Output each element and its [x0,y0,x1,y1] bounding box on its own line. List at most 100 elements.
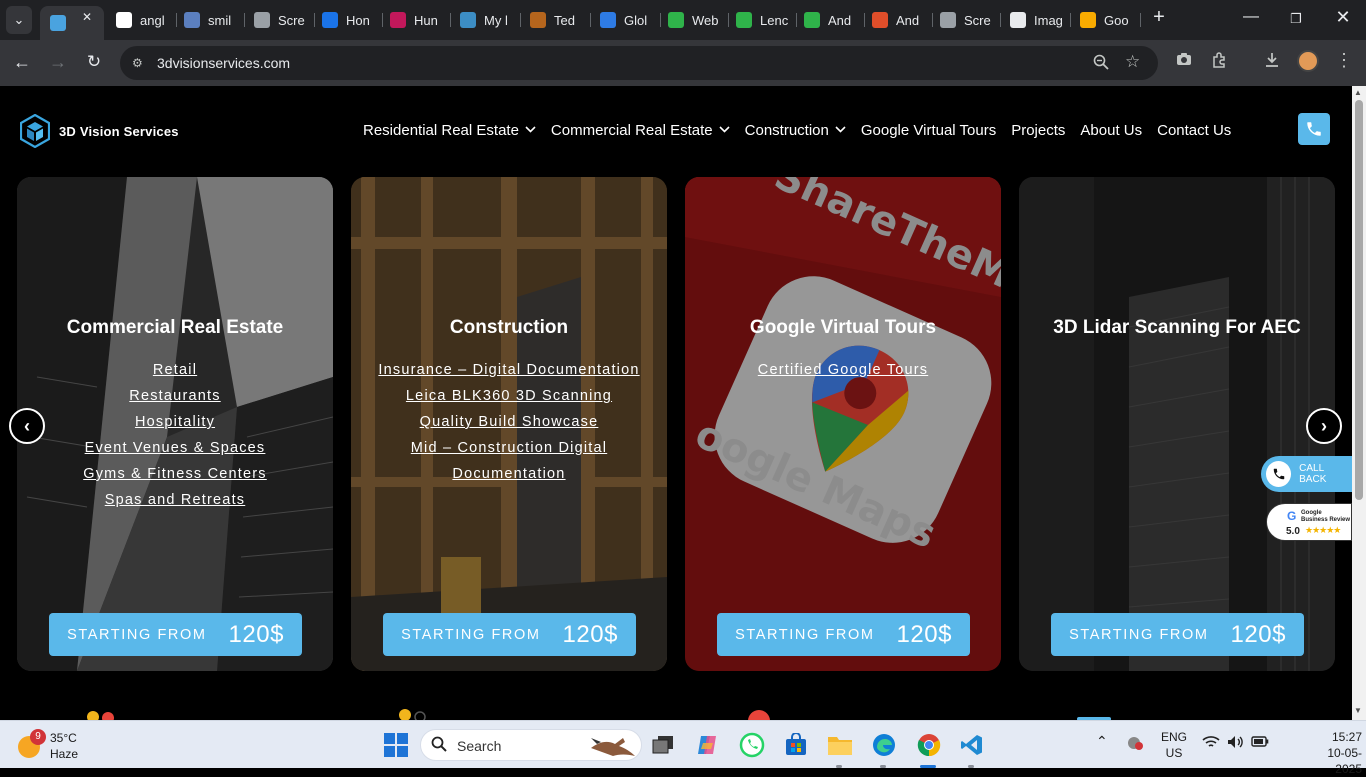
card-link[interactable]: Restaurants [17,383,333,409]
microsoft-store-button[interactable] [781,730,811,760]
google-review-badge[interactable]: G Google Business Review 5.0 ★★★★★ [1266,503,1352,541]
nav-item[interactable]: Google Virtual Tours [861,122,996,139]
screenshot-icon[interactable] [1173,52,1195,71]
card-link[interactable]: Gyms & Fitness Centers [17,461,333,487]
nav-item[interactable]: Residential Real Estate [363,122,536,139]
browser-tab[interactable]: Scre [940,6,1000,34]
site-info-icon[interactable]: ⚙ [132,56,143,70]
forward-button[interactable]: → [46,52,70,73]
zoom-icon[interactable] [1093,54,1109,74]
service-card-lidar[interactable]: 3D Lidar Scanning For AEC STARTING FROM … [1019,177,1335,671]
restore-button[interactable]: ❐ [1281,11,1311,27]
carousel-next-button[interactable]: › [1306,408,1342,444]
input-language-indicator[interactable]: ENG US [1160,729,1188,761]
nav-item[interactable]: About Us [1080,122,1142,139]
card-link[interactable]: Spas and Retreats [17,487,333,513]
wifi-icon[interactable] [1202,735,1220,752]
partial-section-icon [1077,708,1113,720]
browser-tab[interactable]: Scre [254,6,314,34]
address-bar[interactable]: ⚙ 3dvisionservices.com ☆ [120,46,1158,80]
taskbar-search[interactable]: Search [420,729,642,761]
card-link[interactable]: Leica BLK360 3D Scanning [351,383,667,409]
task-view-button[interactable] [648,730,678,760]
card-link[interactable]: Event Venues & Spaces [17,435,333,461]
copilot-button[interactable] [692,730,722,760]
nav-item[interactable]: Contact Us [1157,122,1231,139]
show-hidden-icons-chevron-icon[interactable]: ⌃ [1096,733,1108,750]
browser-tab[interactable]: Imag [1010,6,1070,34]
phone-button[interactable] [1298,113,1330,145]
browser-tab[interactable]: And [872,6,932,34]
service-card-commercial[interactable]: Commercial Real Estate Retail Restaurants… [17,177,333,671]
volume-icon[interactable] [1227,735,1245,752]
tab-search-button[interactable]: ⌄ [6,6,32,34]
close-window-button[interactable]: ✕ [1328,7,1358,28]
nav-item[interactable]: Construction [745,122,846,139]
browser-tab[interactable]: angl [116,6,176,34]
service-card-construction[interactable]: Construction Insurance – Digital Documen… [351,177,667,671]
whatsapp-button[interactable] [737,730,767,760]
extensions-icon[interactable] [1209,52,1231,73]
task-view-icon [652,736,673,754]
card-link[interactable]: Hospitality [17,409,333,435]
tab-separator [590,13,591,27]
card-link[interactable]: Documentation [351,461,667,487]
browser-tab[interactable] [40,6,104,40]
back-button[interactable]: ← [10,52,34,73]
tab-title: Hun [414,12,438,28]
price-button[interactable]: STARTING FROM 120$ [49,613,302,656]
price-button[interactable]: STARTING FROM 120$ [1051,613,1304,656]
price-button[interactable]: STARTING FROM 120$ [383,613,636,656]
card-link[interactable]: Retail [17,357,333,383]
nav-item[interactable]: Commercial Real Estate [551,122,730,139]
new-tab-button[interactable]: + [1144,6,1174,29]
browser-tab[interactable]: Goo [1080,6,1140,34]
card-link[interactable]: Certified Google Tours [685,357,1001,383]
browser-tab[interactable]: Hon [322,6,382,34]
tab-separator [450,13,451,27]
browser-tab[interactable]: My l [460,6,520,34]
tab-favicon-icon [530,12,546,28]
scrollbar-thumb[interactable] [1355,100,1363,500]
browser-tab[interactable]: Web [668,6,728,34]
carousel-prev-button[interactable]: ‹ [9,408,45,444]
file-explorer-button[interactable] [825,730,855,760]
browser-tab[interactable]: Glol [600,6,660,34]
weather-widget[interactable]: 9 35°C Haze [16,729,96,763]
browser-tab[interactable]: And [804,6,864,34]
browser-tab[interactable]: Ted [530,6,590,34]
nav-item-label: Residential Real Estate [363,122,519,139]
start-button[interactable] [381,730,411,760]
browser-tab[interactable]: Hun [390,6,450,34]
minimize-button[interactable]: — [1236,8,1266,26]
vscode-button[interactable] [957,730,987,760]
tab-title: Web [692,12,719,28]
scroll-down-icon[interactable]: ▼ [1354,706,1362,715]
cube-logo-icon [20,114,50,148]
profile-avatar[interactable] [1297,50,1319,72]
system-clock[interactable]: 15:27 10-05-2025 [1306,729,1362,777]
card-link[interactable]: Insurance – Digital Documentation [351,357,667,383]
price-button[interactable]: STARTING FROM 120$ [717,613,970,656]
browser-menu-icon[interactable]: ⋮ [1333,50,1355,71]
security-tray-icon[interactable] [1126,735,1144,754]
card-link[interactable]: Mid – Construction Digital [351,435,667,461]
browser-tab[interactable]: smil [184,6,244,34]
service-card-google-tours[interactable]: ShareTheMe oogle Maps Google Virtual Tou… [685,177,1001,671]
site-logo[interactable]: 3D Vision Services [20,114,179,148]
edge-button[interactable] [869,730,899,760]
card-link[interactable]: Quality Build Showcase [351,409,667,435]
download-icon[interactable] [1261,52,1283,73]
battery-icon[interactable] [1251,735,1269,750]
scroll-up-icon[interactable]: ▲ [1354,88,1362,97]
tab-favicon-icon [1080,12,1096,28]
nav-item[interactable]: Projects [1011,122,1065,139]
chrome-button[interactable] [914,730,944,760]
call-back-button[interactable]: CALL BACK [1261,456,1352,492]
reload-button[interactable]: ↻ [82,52,106,72]
price-label: STARTING FROM [1069,626,1209,643]
bookmark-star-icon[interactable]: ☆ [1125,52,1140,72]
close-tab-icon[interactable]: ✕ [82,10,92,24]
browser-tab[interactable]: Lenc [736,6,796,34]
page-scrollbar[interactable]: ▲ ▼ [1352,86,1366,720]
